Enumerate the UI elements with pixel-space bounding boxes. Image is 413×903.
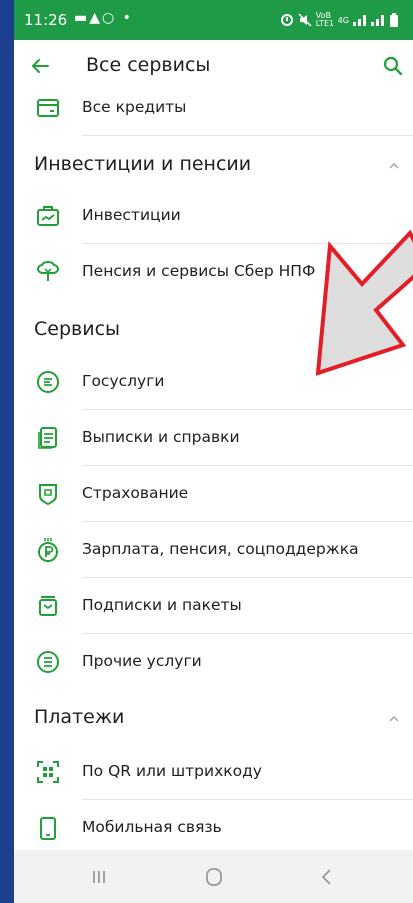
signal-icon-2 [371, 15, 384, 26]
back-arrow-icon[interactable] [28, 54, 52, 78]
section-title-investments: Инвестиции и пенсии [34, 153, 252, 175]
ruble-coin-icon [38, 538, 58, 562]
alarm-icon [280, 14, 293, 26]
status-time: 11:26 [24, 11, 68, 29]
home-icon[interactable] [199, 864, 229, 890]
status-right-icons: VoB LTE1 4G [280, 12, 399, 28]
list-circle-icon [37, 651, 59, 673]
list-item-salary[interactable]: Зарплата, пенсия, соцподдержка [14, 522, 413, 578]
signal-icon [353, 15, 366, 26]
briefcase-chart-icon [37, 206, 59, 226]
system-navigation-bar [14, 850, 413, 903]
mute-icon [298, 13, 312, 27]
recent-apps-icon[interactable] [84, 864, 114, 890]
divider [82, 135, 413, 136]
list-item-pension[interactable]: Пенсия и сервисы Сбер НПФ [14, 244, 413, 300]
nav-back-icon[interactable] [312, 864, 342, 890]
tree-icon [36, 260, 60, 281]
list-item-statements[interactable]: Выписки и справки [14, 410, 413, 466]
shield-icon [39, 484, 57, 506]
list-item-insurance[interactable]: Страхование [14, 466, 413, 522]
list-item-label: Госуслуги [82, 372, 165, 390]
subscriptions-icon [39, 596, 57, 616]
gen-label: 4G [337, 15, 349, 25]
list-item-mobile[interactable]: Мобильная связь [14, 800, 413, 856]
list-item-qr-payment[interactable]: По QR или штрихкоду [14, 744, 413, 800]
status-notification-icons: ▬▲○ • [74, 10, 133, 26]
gosuslugi-icon [37, 371, 59, 393]
list-item-other-services[interactable]: Прочие услуги [14, 634, 413, 690]
documents-icon [38, 427, 57, 449]
status-bar: 11:26 ▬▲○ • VoB LTE1 4G [14, 0, 413, 40]
list-item-label: Пенсия и сервисы Сбер НПФ [82, 262, 316, 280]
wallet-icon [37, 99, 59, 117]
list-item-label: Подписки и пакеты [82, 596, 242, 614]
page-title: Все сервисы [86, 54, 211, 76]
list-item-label: Мобильная связь [82, 818, 222, 836]
list-item-label: Прочие услуги [82, 652, 202, 670]
section-title-payments: Платежи [34, 706, 125, 728]
search-icon[interactable] [381, 54, 405, 78]
phone-icon [40, 817, 56, 840]
list-item-label: По QR или штрихкоду [82, 762, 262, 780]
list-item-subscriptions[interactable]: Подписки и пакеты [14, 578, 413, 634]
phone-screen: 11:26 ▬▲○ • VoB LTE1 4G Все сервисы Все … [14, 0, 413, 903]
chevron-up-icon[interactable] [387, 714, 401, 724]
list-item-gosuslugi[interactable]: Госуслуги [14, 354, 413, 410]
section-title-services: Сервисы [34, 318, 121, 340]
chevron-up-icon[interactable] [387, 161, 401, 171]
list-item-label: Инвестиции [82, 206, 181, 224]
network-label: VoB LTE1 [315, 11, 335, 28]
battery-icon [390, 13, 398, 27]
list-item-label: Выписки и справки [82, 428, 240, 446]
list-item-label: Страхование [82, 484, 189, 502]
list-item-label: Все кредиты [82, 98, 187, 116]
list-item-all-credits[interactable]: Все кредиты [14, 80, 413, 136]
list-item-investments[interactable]: Инвестиции [14, 188, 413, 244]
list-item-label: Зарплата, пенсия, соцподдержка [82, 540, 359, 558]
qr-scan-icon [37, 761, 59, 783]
